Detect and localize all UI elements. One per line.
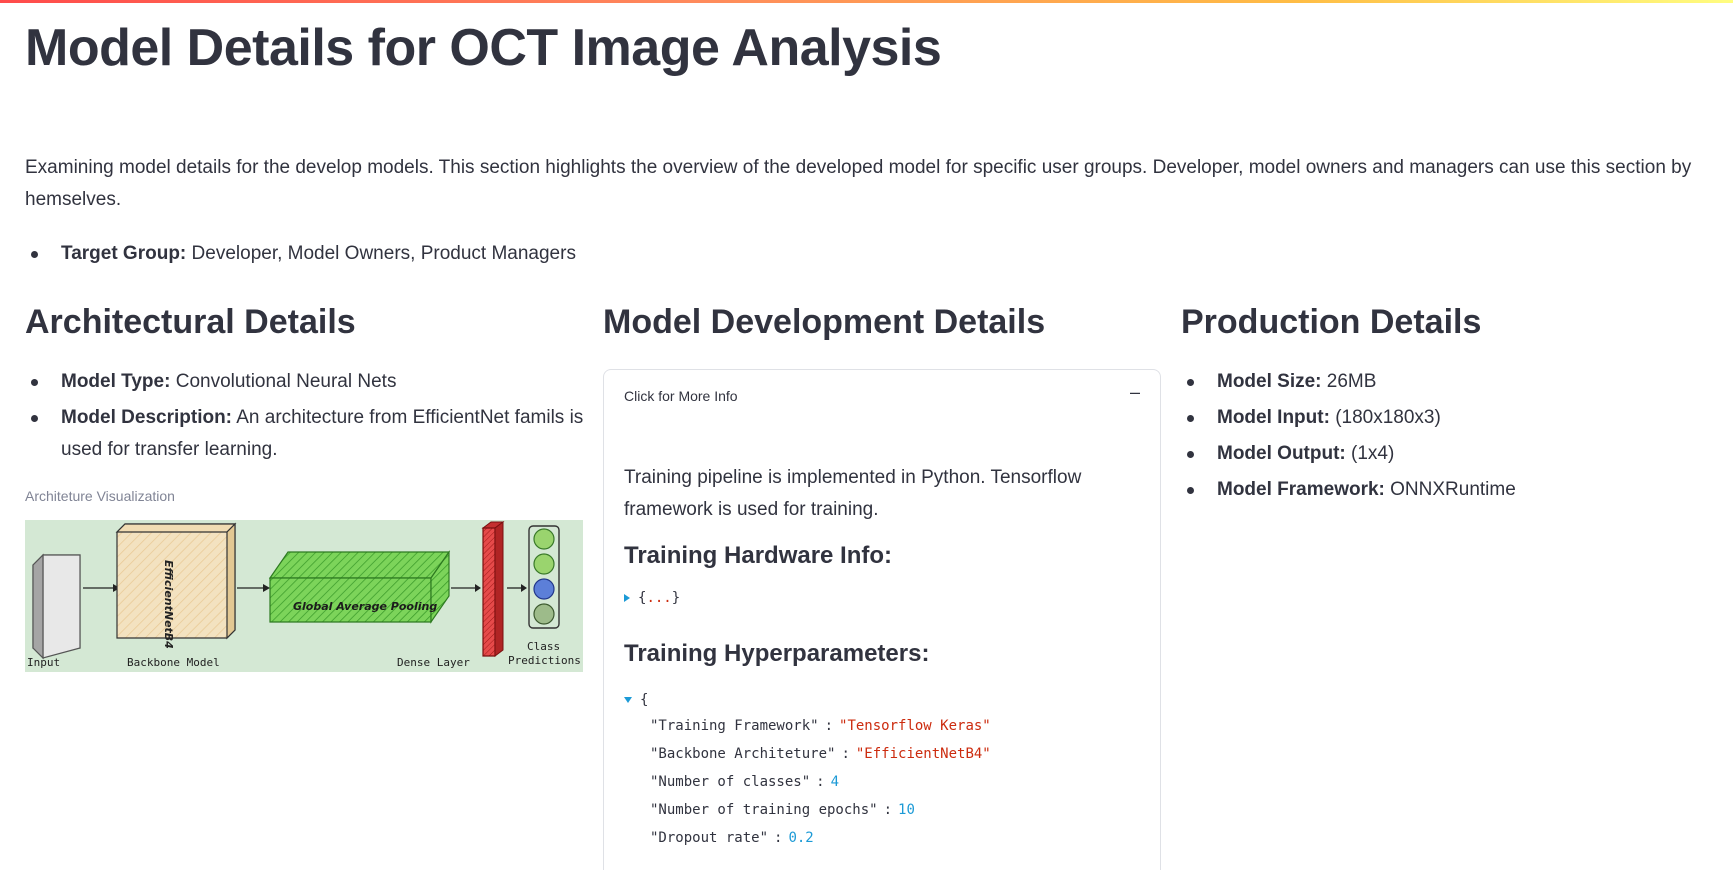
- list-item: Model Framework: ONNXRuntime: [1181, 474, 1733, 506]
- json-value: 4: [830, 774, 840, 790]
- expander-collapse-icon[interactable]: –: [1130, 382, 1140, 403]
- diagram-label-predictions: Predictions: [508, 654, 581, 667]
- json-row: "Number of classes":4: [650, 774, 840, 790]
- target-group-label: Target Group:: [61, 243, 187, 264]
- json-key: "Dropout rate": [650, 830, 769, 846]
- top-decoration-bar: [0, 0, 1733, 3]
- json-value: "Tensorflow Keras": [839, 718, 991, 734]
- item-label: Model Description:: [61, 407, 233, 428]
- json-key: "Number of classes": [650, 774, 811, 790]
- diagram-label-input: Input: [27, 656, 60, 669]
- item-value: ONNXRuntime: [1384, 479, 1516, 500]
- intro-paragraph: Examining model details for the develop …: [25, 157, 1692, 210]
- expander-label[interactable]: Click for More Info: [624, 388, 738, 404]
- training-pipeline-text: Training pipeline is implemented in Pyth…: [624, 467, 1082, 520]
- target-group-value: Developer, Model Owners, Product Manager…: [186, 243, 576, 264]
- item-label: Model Input:: [1217, 407, 1330, 428]
- list-item: Model Input: (180x180x3): [1181, 402, 1733, 434]
- architectural-details-column: Architectural Details Model Type: Convol…: [25, 300, 585, 672]
- item-value: 26MB: [1321, 371, 1377, 392]
- item-label: Model Output:: [1217, 443, 1346, 464]
- target-group-list: Target Group: Developer, Model Owners, P…: [25, 238, 576, 270]
- model-development-column: Model Development Details Click for More…: [603, 300, 1163, 870]
- json-key: "Backbone Architeture": [650, 746, 836, 762]
- production-list: Model Size: 26MB Model Input: (180x180x3…: [1181, 366, 1733, 506]
- json-row: "Training Framework": "Tensorflow Keras": [650, 718, 991, 734]
- architectural-heading: Architectural Details: [25, 303, 356, 341]
- target-group-item: Target Group: Developer, Model Owners, P…: [25, 238, 576, 270]
- expander-body: Training pipeline is implemented in Pyth…: [624, 462, 1139, 846]
- json-key: "Number of training epochs": [650, 802, 878, 818]
- hardware-json-viewer[interactable]: {...}: [624, 590, 680, 606]
- hyperparameters-heading: Training Hyperparameters:: [624, 640, 930, 667]
- hyperparameters-json-viewer[interactable]: { "Training Framework": "Tensorflow Keras…: [624, 688, 991, 852]
- collapse-arrow-icon[interactable]: [624, 697, 632, 703]
- item-value: (1x4): [1345, 443, 1395, 464]
- page-title: Model Details for OCT Image Analysis: [25, 19, 942, 77]
- architectural-list: Model Type: Convolutional Neural Nets Mo…: [25, 366, 585, 466]
- more-info-expander[interactable]: Click for More Info – Training pipeline …: [603, 369, 1161, 870]
- json-row: "Backbone Architeture": "EfficientNetB4": [650, 746, 991, 762]
- production-details-column: Production Details Model Size: 26MB Mode…: [1181, 300, 1733, 506]
- list-item: Model Type: Convolutional Neural Nets: [25, 366, 585, 398]
- collapsed-dots[interactable]: ...: [646, 590, 671, 606]
- item-value: (180x180x3): [1329, 407, 1441, 428]
- backbone-box-shape: [115, 522, 237, 640]
- pooling-text: Global Average Pooling: [293, 600, 437, 613]
- list-item: Model Size: 26MB: [1181, 366, 1733, 398]
- backbone-text: EfficientNetB4: [162, 560, 175, 649]
- list-item: Model Description: An architecture from …: [25, 402, 585, 466]
- list-item: Model Output: (1x4): [1181, 438, 1733, 470]
- input-layer-shape: [32, 553, 81, 660]
- diagram-label-dense: Dense Layer: [397, 656, 470, 669]
- json-value: 0.2: [788, 830, 814, 846]
- json-value: "EfficientNetB4": [855, 746, 991, 762]
- diagram-label-backbone: Backbone Model: [127, 656, 220, 669]
- item-label: Model Type:: [61, 371, 171, 392]
- json-row: "Number of training epochs":10: [650, 802, 915, 818]
- json-row: "Dropout rate":0.2: [650, 830, 814, 846]
- item-label: Model Framework:: [1217, 479, 1385, 500]
- diagram-label-class: Class: [527, 640, 560, 653]
- item-label: Model Size:: [1217, 371, 1322, 392]
- expand-arrow-icon[interactable]: [624, 594, 630, 602]
- item-value: Convolutional Neural Nets: [170, 371, 397, 392]
- architecture-visualization-image: EfficientNetB4 Global Average Pooling In…: [25, 520, 583, 672]
- development-heading: Model Development Details: [603, 303, 1046, 341]
- json-key: "Training Framework": [650, 718, 819, 734]
- hardware-heading: Training Hardware Info:: [624, 542, 893, 569]
- dense-layer-shape: [481, 521, 505, 657]
- production-heading: Production Details: [1181, 303, 1482, 341]
- json-value: 10: [898, 802, 915, 818]
- architecture-caption: Architeture Visualization: [25, 488, 175, 504]
